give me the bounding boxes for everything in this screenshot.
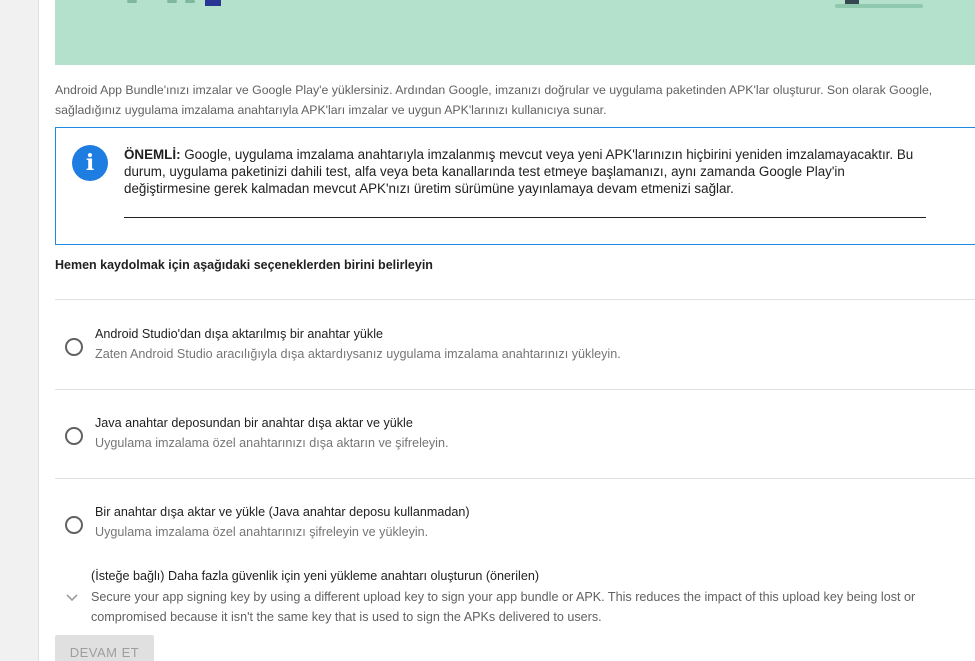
- notice-label: ÖNEMLİ:: [124, 147, 181, 162]
- option-title: Java anahtar deposundan bir anahtar dışa…: [95, 416, 413, 430]
- left-gutter: [0, 0, 39, 661]
- notice-body: Google, uygulama imzalama anahtarıyla im…: [124, 147, 914, 196]
- radio-button[interactable]: [65, 516, 83, 534]
- banner-illustration: [55, 0, 975, 65]
- option-subtitle: Uygulama imzalama özel anahtarınızı dışa…: [95, 436, 449, 450]
- intro-text: Android App Bundle'ınızı imzalar ve Goog…: [55, 80, 975, 120]
- important-notice: i ÖNEMLİ: Google, uygulama imzalama anah…: [55, 127, 975, 245]
- app-signing-page: Android App Bundle'ınızı imzalar ve Goog…: [0, 0, 975, 661]
- intro-line-2: sağladığınız uygulama imzalama anahtarıy…: [55, 103, 607, 117]
- optional-description: Secure your app signing key by using a d…: [91, 590, 916, 624]
- info-icon: i: [72, 145, 108, 181]
- option-subtitle: Uygulama imzalama özel anahtarınızı şifr…: [95, 525, 429, 539]
- radio-button[interactable]: [65, 338, 83, 356]
- radio-button[interactable]: [65, 427, 83, 445]
- continue-button[interactable]: DEVAM ET: [55, 635, 154, 661]
- chevron-down-icon[interactable]: [65, 590, 79, 604]
- illustration-right: [835, 0, 925, 8]
- option-subtitle: Zaten Android Studio aracılığıyla dışa a…: [95, 347, 621, 361]
- intro-line-1: Android App Bundle'ınızı imzalar ve Goog…: [55, 83, 933, 97]
- notice-text: ÖNEMLİ: Google, uygulama imzalama anahta…: [124, 146, 934, 197]
- optional-title: (İsteğe bağlı) Daha fazla güvenlik için …: [91, 569, 540, 583]
- option-upload-android-studio[interactable]: Android Studio'dan dışa aktarılmış bir a…: [55, 321, 975, 381]
- optional-upload-key-expander[interactable]: (İsteğe bağlı) Daha fazla güvenlik için …: [55, 566, 955, 628]
- notice-divider: [124, 217, 926, 218]
- option-title: Bir anahtar dışa aktar ve yükle (Java an…: [95, 505, 470, 519]
- section-title: Hemen kaydolmak için aşağıdaki seçenekle…: [55, 258, 433, 272]
- divider: [55, 299, 975, 300]
- option-export-java-keystore[interactable]: Java anahtar deposundan bir anahtar dışa…: [55, 410, 975, 470]
- divider: [55, 389, 975, 390]
- divider: [55, 478, 975, 479]
- option-export-without-keystore[interactable]: Bir anahtar dışa aktar ve yükle (Java an…: [55, 499, 975, 559]
- option-title: Android Studio'dan dışa aktarılmış bir a…: [95, 327, 384, 341]
- illustration-left: [127, 0, 223, 6]
